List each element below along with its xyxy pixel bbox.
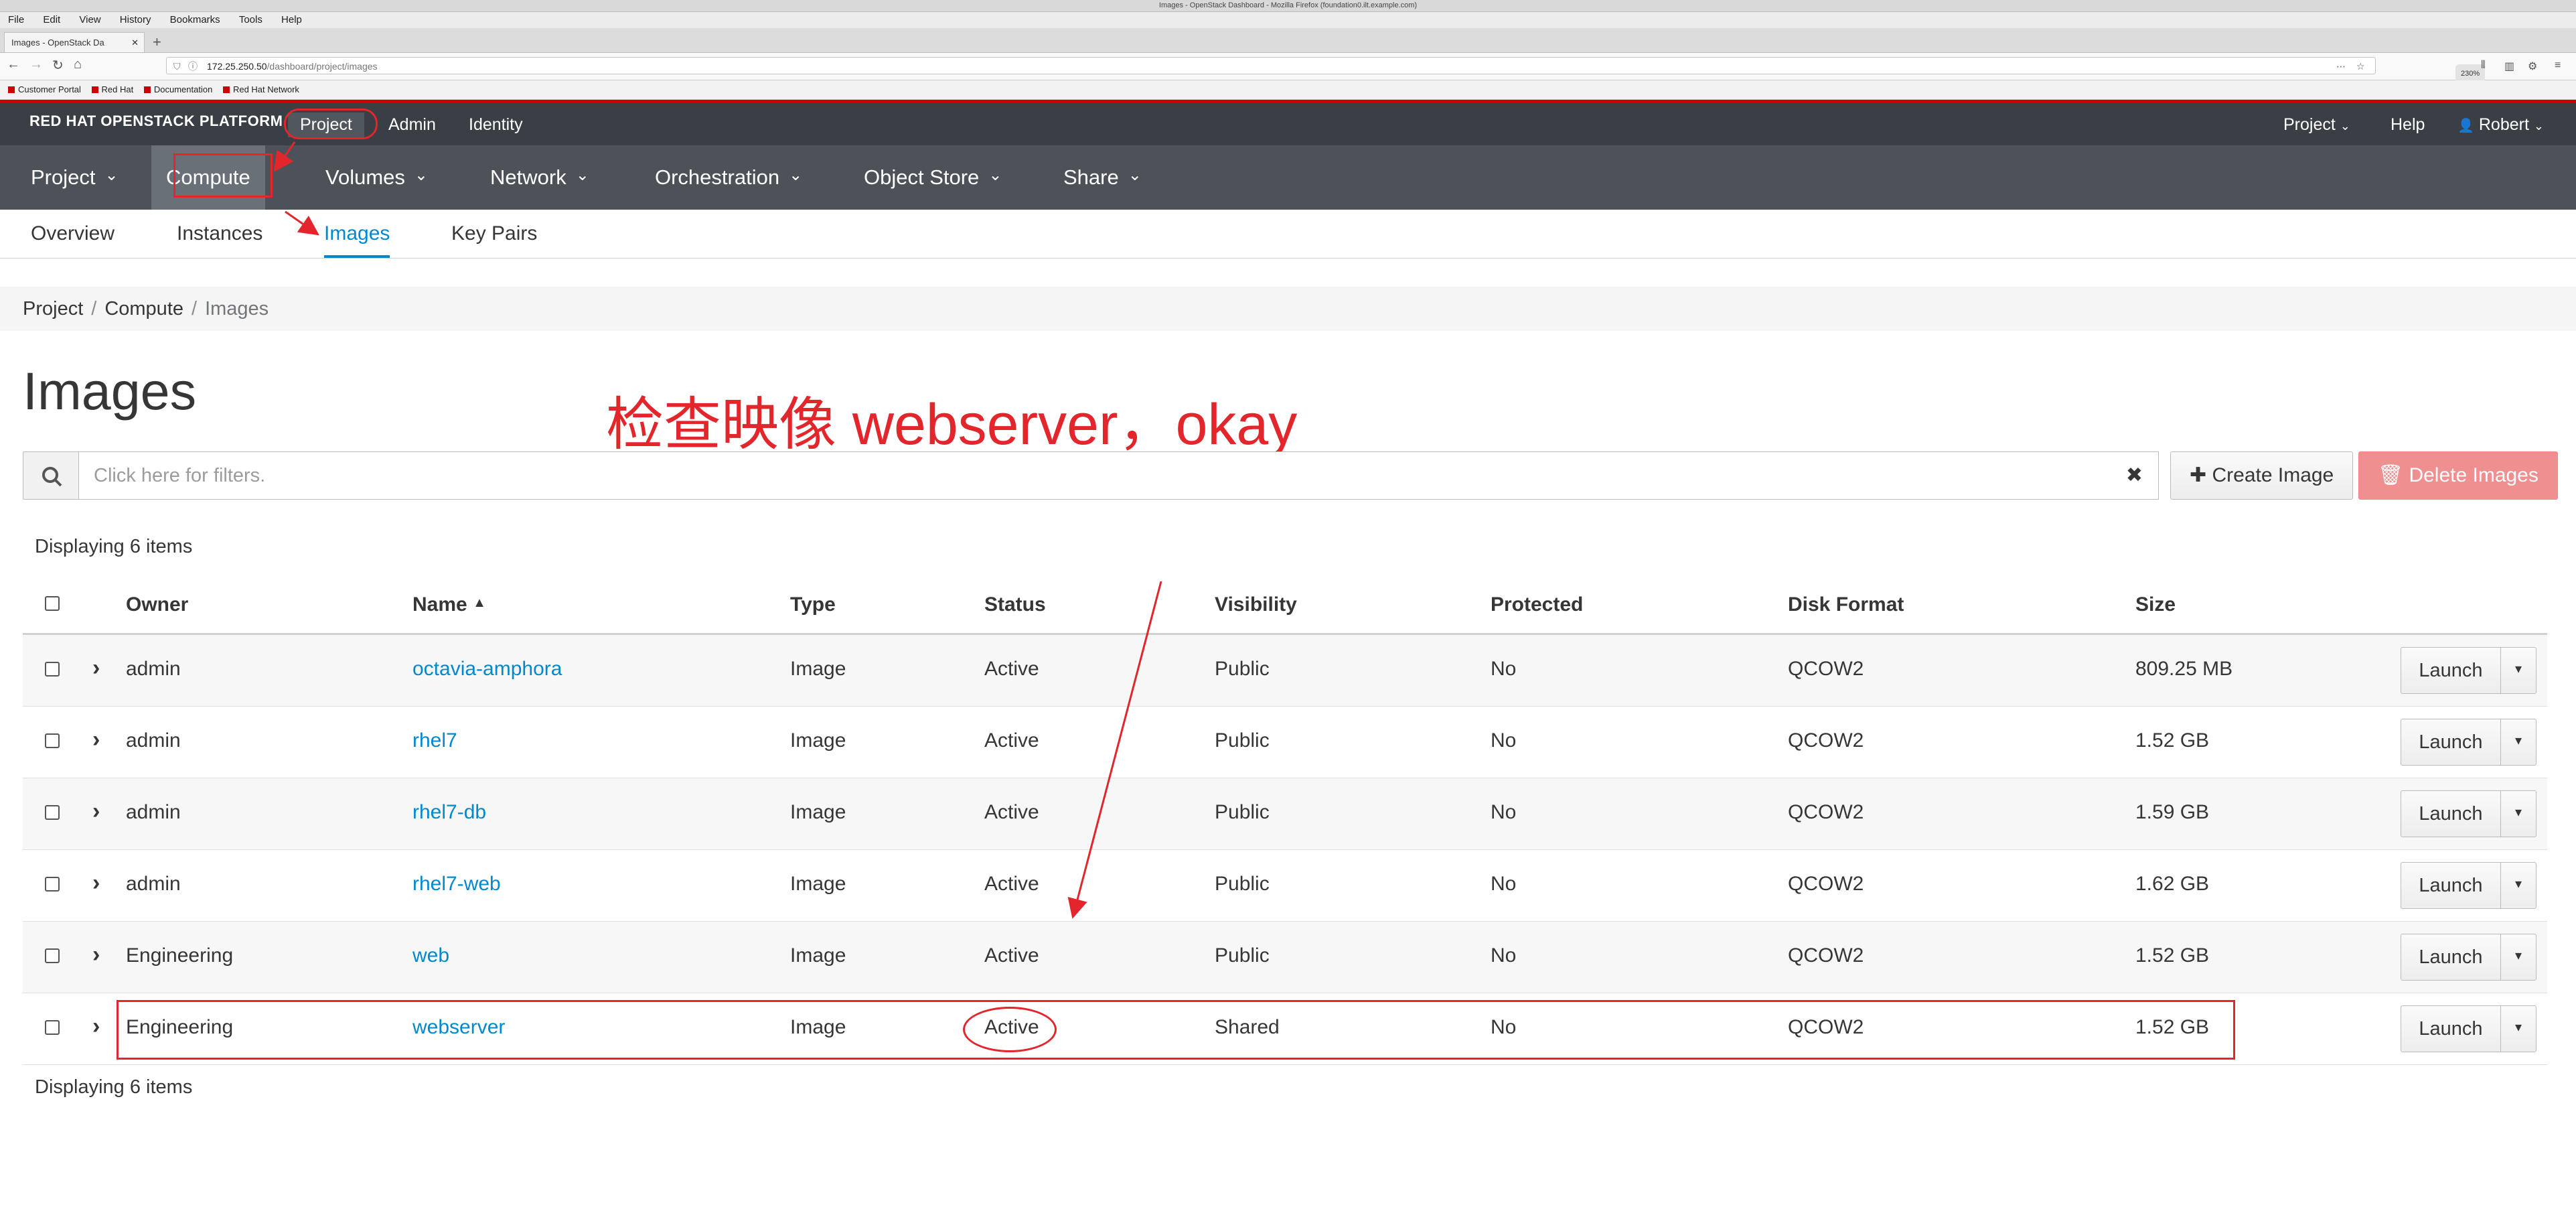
annotation-arrows — [273, 141, 1162, 919]
